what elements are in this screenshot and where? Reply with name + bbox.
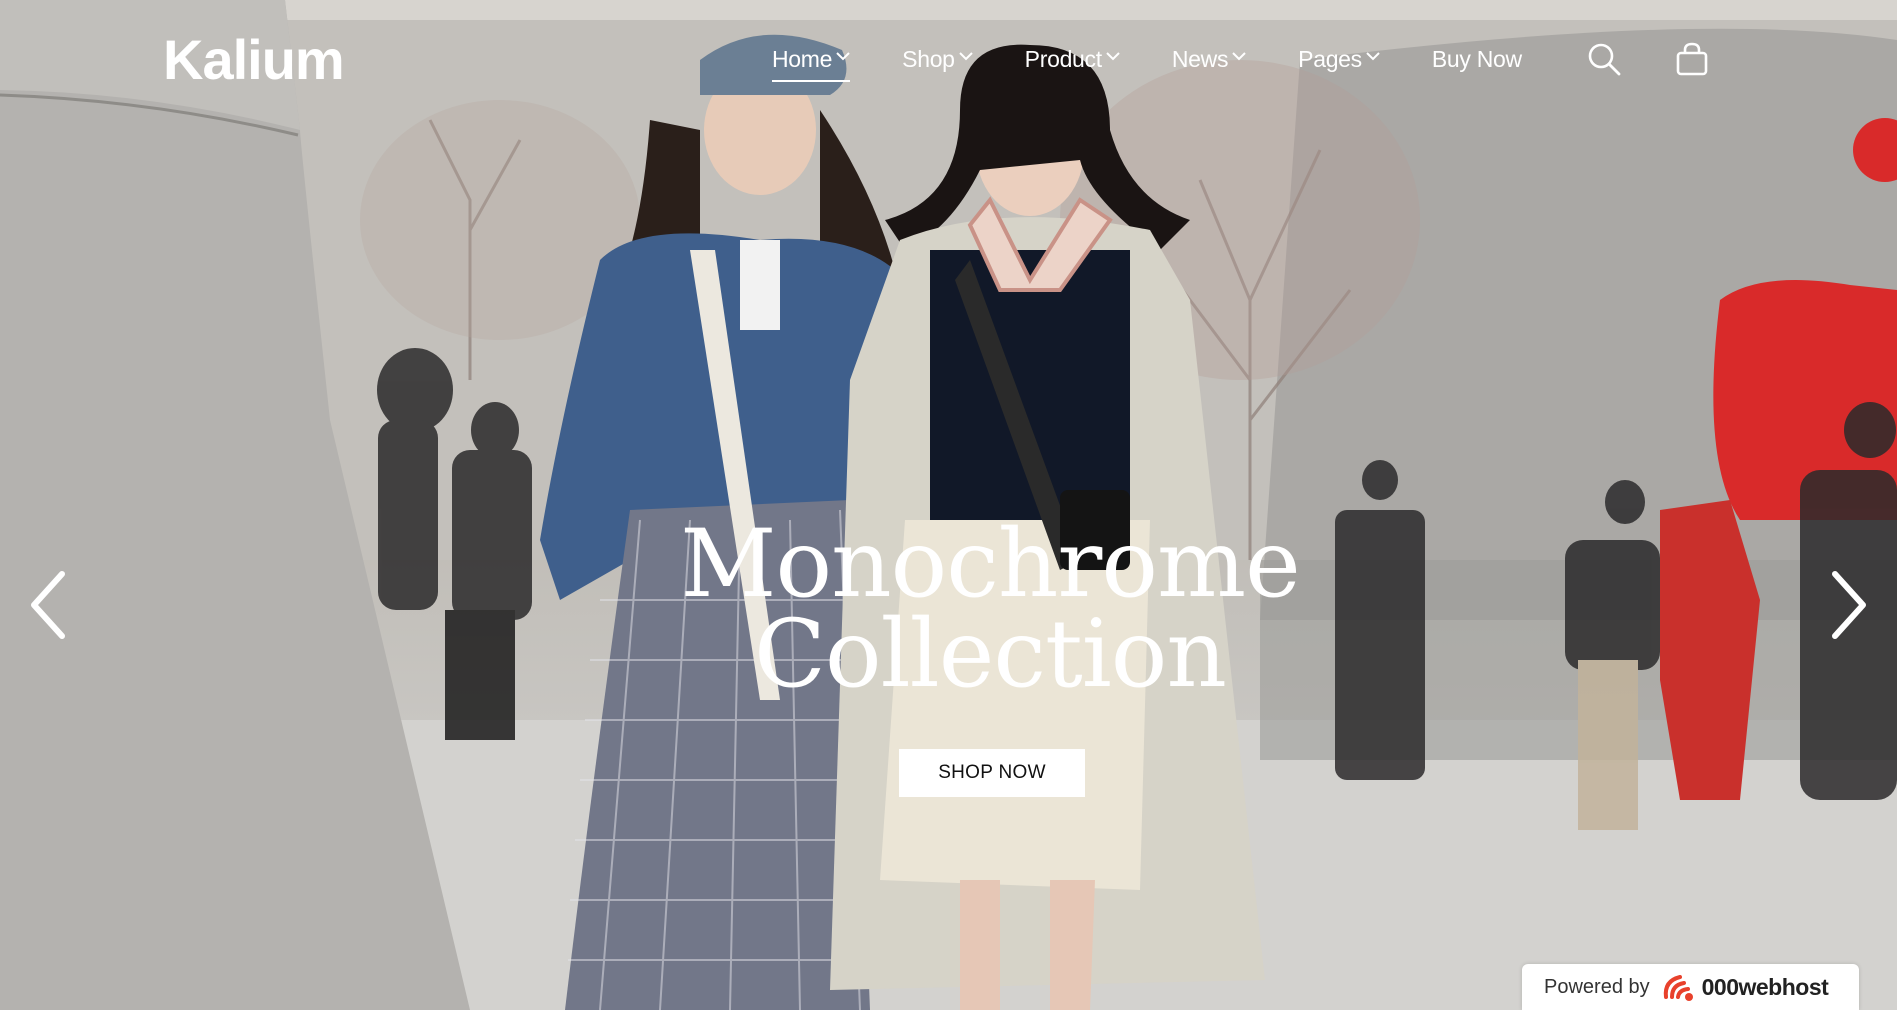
chevron-down-icon <box>836 51 850 60</box>
hero-slide-background <box>0 0 1897 1010</box>
nav-item-buy-now[interactable]: Buy Now <box>1432 44 1522 74</box>
site-logo[interactable]: Kalium <box>163 28 345 92</box>
chevron-down-icon <box>1366 51 1380 60</box>
nav-item-label: Home <box>772 46 833 72</box>
nav-item-label: Pages <box>1298 46 1362 72</box>
chevron-right-icon[interactable] <box>1827 570 1871 640</box>
powered-by-brand: 000webhost <box>1701 973 1829 1000</box>
nav-item-label: Buy Now <box>1431 46 1522 72</box>
nav-item-news[interactable]: News <box>1172 44 1246 74</box>
powered-by-badge[interactable]: Powered by 000webhost <box>1522 964 1859 1010</box>
shop-now-button[interactable]: SHOP NOW <box>899 749 1085 797</box>
nav-item-product[interactable]: Product <box>1025 44 1120 74</box>
chevron-down-icon <box>1232 51 1246 60</box>
webhost-logo-icon <box>1663 975 1693 1001</box>
nav-item-label: News <box>1171 46 1229 72</box>
main-nav: Home Shop Product News Pages Buy Now <box>772 44 1574 82</box>
chevron-down-icon <box>958 51 973 60</box>
powered-by-label: Powered by <box>1544 975 1650 998</box>
slide-headline: Monochrome Collection <box>540 510 1440 709</box>
hero-photo <box>0 0 1897 1010</box>
chevron-left-icon[interactable] <box>26 570 70 640</box>
nav-item-label: Shop <box>902 46 955 72</box>
search-icon[interactable] <box>1587 42 1621 76</box>
chevron-down-icon <box>1106 51 1120 60</box>
headline-line-2: Collection <box>754 600 1227 709</box>
site-header: Kalium Home Shop Product News Pages Buy … <box>0 0 1897 120</box>
nav-item-shop[interactable]: Shop <box>902 44 973 74</box>
nav-item-pages[interactable]: Pages <box>1298 44 1380 74</box>
shopping-bag-icon[interactable] <box>1675 42 1709 76</box>
nav-item-home[interactable]: Home <box>772 44 851 82</box>
headline-line-1: Monochrome <box>680 510 1300 619</box>
nav-item-label: Product <box>1024 46 1102 72</box>
